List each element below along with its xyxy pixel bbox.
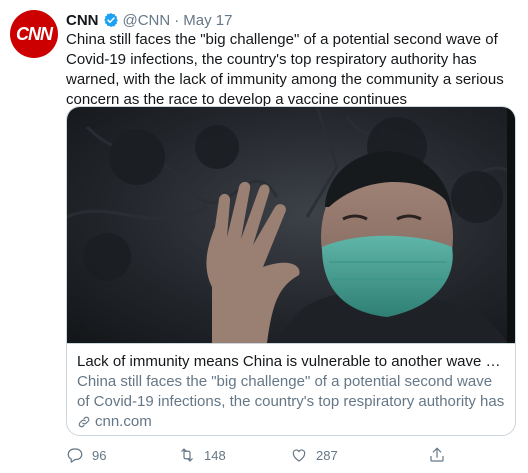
card-domain-text: cnn.com xyxy=(95,413,152,430)
retweet-button[interactable]: 148 xyxy=(178,446,290,464)
share-button[interactable] xyxy=(428,446,458,464)
card-meta: Lack of immunity means China is vulnerab… xyxy=(67,343,515,435)
avatar-logo-text: CNN xyxy=(16,23,53,44)
cnn-avatar[interactable]: CNN xyxy=(10,10,58,58)
header-separator: · xyxy=(174,11,180,29)
verified-badge-icon xyxy=(103,12,119,28)
like-count: 287 xyxy=(316,447,338,463)
link-preview-card[interactable]: Lack of immunity means China is vulnerab… xyxy=(66,106,516,436)
account-name[interactable]: CNN xyxy=(66,12,99,29)
link-icon xyxy=(77,415,91,429)
like-button[interactable]: 287 xyxy=(290,446,402,464)
reply-count: 96 xyxy=(92,447,107,463)
retweet-count: 148 xyxy=(204,447,226,463)
card-title[interactable]: Lack of immunity means China is vulnerab… xyxy=(77,352,507,372)
like-icon xyxy=(292,449,306,462)
account-handle[interactable]: @CNN xyxy=(123,12,171,29)
tweet-header: CNN @CNN · May 17 xyxy=(66,10,516,30)
reply-button[interactable]: 96 xyxy=(66,446,178,464)
card-domain[interactable]: cnn.com xyxy=(77,412,507,432)
share-icon xyxy=(430,447,444,462)
card-image xyxy=(67,107,515,343)
tweet-date[interactable]: May 17 xyxy=(183,12,232,29)
tweet-text: China still faces the "big challenge" of… xyxy=(66,31,504,108)
retweet-icon xyxy=(181,448,193,462)
reply-icon xyxy=(67,448,83,463)
tweet-actions: 96 148 287 xyxy=(66,444,506,466)
card-description: China still faces the "big challenge" of… xyxy=(77,373,505,410)
